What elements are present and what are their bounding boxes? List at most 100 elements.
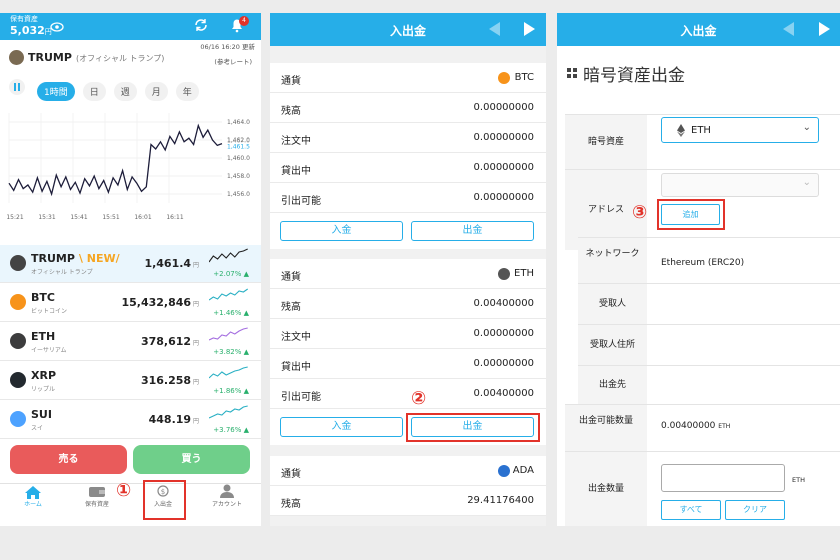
coin-price: 378,612 円 [140,335,199,348]
sparkline [209,248,248,263]
coin-symbol: ETH [31,330,56,343]
currency-label: 通貨 [281,469,301,480]
sparkline [209,288,249,301]
withdraw-button[interactable]: 出金 [411,221,534,241]
coin-price: 316.258 円 [140,374,199,387]
balance-row: 引出可能 0.00000000 [270,183,546,213]
deposit-button[interactable]: 入金 [280,221,403,241]
y-tick-label: 1,464.0 [227,119,250,126]
balance-row: 注文中 0.00000000 [270,319,546,349]
update-timestamp: 06/16 16:20 更新 [200,43,255,51]
tab-month[interactable]: 月 [144,82,168,101]
prev-arrow-icon[interactable] [783,22,794,36]
eth-icon [10,333,26,349]
asset-header: 保有資産 5,032円 4 [0,13,261,40]
buy-button[interactable]: 買う [133,445,250,474]
coin-row-btc[interactable]: BTC ビットコイン 15,432,846 円 +1.46% ▲ [0,284,261,322]
sparkline [209,327,248,341]
wallet-icon [89,487,105,497]
featured-symbol: TRUMP [28,51,72,64]
next-arrow-icon[interactable] [819,22,830,36]
tab-year[interactable]: 年 [175,82,199,101]
currency-value: BTC [514,72,534,83]
x-tick-label: 15:41 [70,214,87,221]
coin-symbol: SUI [31,408,52,421]
x-tick-label: 15:31 [38,214,55,221]
currency-label: 通貨 [281,76,301,87]
eth-icon [498,268,510,280]
refresh-icon[interactable] [193,17,209,33]
currency-label: 通貨 [281,272,301,283]
balance-label: 残高 [281,302,301,313]
y-tick-label: 1,458.0 [227,173,250,180]
price-chart: 1,464.01,462.01,460.01,458.01,456.015:21… [6,113,250,221]
nav-account[interactable]: アカウント [199,484,255,508]
coin-change: +3.76% ▲ [213,426,249,434]
tab-1h[interactable]: 1時間 [37,82,75,101]
coin-row-eth[interactable]: ETH イーサリアム 378,612 円 +3.82% ▲ [0,323,261,361]
x-tick-label: 16:01 [134,214,151,221]
action-row: 入金 出金 [270,213,546,249]
balance-value: 0.00400000 [473,298,534,309]
coin-price: 15,432,846 円 [121,296,199,309]
balance-label: 注文中 [281,136,311,147]
crypto-label: 暗号資産 [565,115,647,169]
coin-change: +2.07% ▲ [213,270,249,278]
y-tick-label: 1,456.0 [227,191,250,198]
balance-value: 0.00000000 [473,192,534,203]
chart-type-toggle[interactable] [9,79,25,95]
tab-week[interactable]: 週 [113,82,137,101]
currency-value: ETH [514,268,534,279]
nav-home[interactable]: ホーム [5,486,61,508]
btc-icon [10,294,26,310]
ada-icon [498,465,510,477]
balance-row: 残高 0.00000000 [270,93,546,123]
coin-row-trump[interactable]: TRUMP \ NEW/オフィシャル トランプ 1,461.4 円 +2.07% ▲ [0,245,261,283]
balance-row: 引出可能 0.00400000 [270,379,546,409]
sell-button[interactable]: 売る [10,445,127,474]
balance-row: 貸出中 0.00000000 [270,349,546,379]
balance-value: 29.41176400 [467,495,534,506]
deposit-button[interactable]: 入金 [280,417,403,437]
clear-button[interactable]: クリア [725,500,785,520]
balance-label: 残高 [281,106,301,117]
balance-label: 引出可能 [281,196,321,207]
address-select[interactable]: ⌄ [661,173,819,197]
featured-name: (オフィシャル トランプ) [76,54,165,63]
tab-day[interactable]: 日 [82,82,106,101]
coin-row-sui[interactable]: SUI スイ 448.19 円 +3.76% ▲ [0,401,261,439]
currency-value: ADA [512,465,534,476]
crypto-withdraw-screen: 入出金 暗号資産出金 暗号資産 ETH ⌄ アドレス ⌄ 追加 ③ ネットワーク… [557,13,840,526]
current-price-label: 1,461.5 [227,144,250,151]
home-icon [25,486,41,499]
candle-icon [14,83,20,91]
home-screen: 保有資産 5,032円 4 TRUMP (オフィシャル トランプ) 06/16 … [0,13,261,526]
next-arrow-icon[interactable] [524,22,535,36]
x-tick-label: 16:11 [166,214,183,221]
person-icon [220,484,234,498]
balance-row: 注文中 0.00000000 [270,123,546,153]
sparkline [209,405,248,419]
coin-symbol: TRUMP \ NEW/ [31,252,120,265]
coin-row-xrp[interactable]: XRP リップル 316.258 円 +1.86% ▲ [0,362,261,400]
currency-row: 通貨 BTC [270,63,546,93]
balance-value: 0.00000000 [473,132,534,143]
balance-value: 0.00000000 [473,162,534,173]
all-button[interactable]: すべて [661,500,721,520]
currency-card-btc: 通貨 BTC 残高 0.00000000 注文中 0.00000000 貸出中 0.00000… [270,63,546,249]
amount-input[interactable] [661,464,785,492]
balance-label: 貸出中 [281,166,311,177]
recipient-address-label: 受取人住所 [578,325,647,365]
sparkline [209,366,248,379]
prev-arrow-icon[interactable] [489,22,500,36]
eye-icon[interactable] [50,22,64,32]
balance-row: 貸出中 0.00000000 [270,153,546,183]
currency-row: 通貨 ETH [270,259,546,289]
crypto-select[interactable]: ETH ⌄ [661,117,819,143]
balance-row: 残高 29.41176400 [270,486,546,516]
highlight-box-1 [143,480,186,520]
highlight-box-2 [406,413,540,442]
coin-name: スイ [31,425,44,432]
step-marker-2: ② [411,388,427,409]
balance-label: 貸出中 [281,362,311,373]
